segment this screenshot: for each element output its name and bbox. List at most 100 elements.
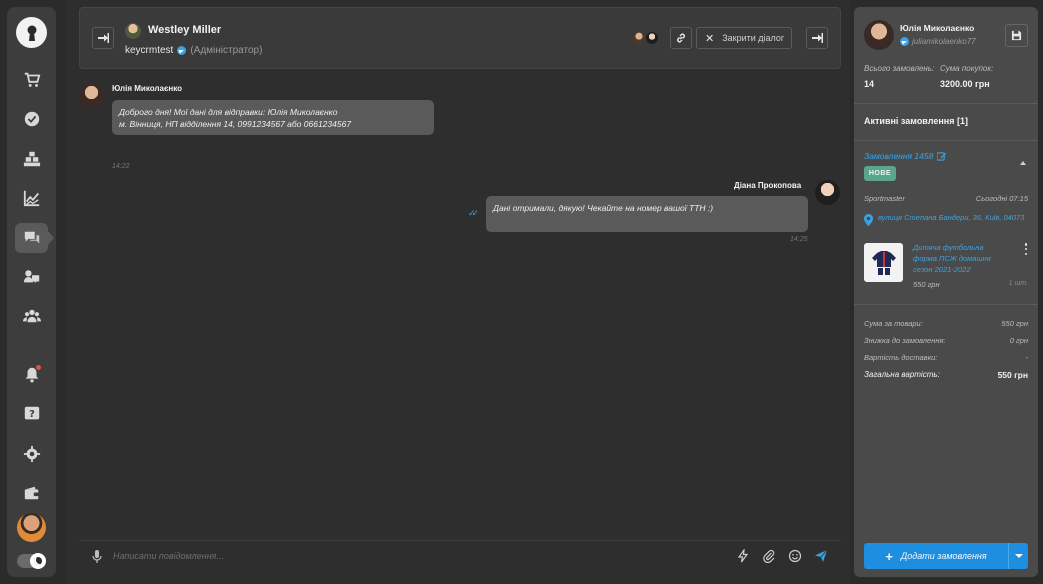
contact-account: keycrmtest (Адміністратор) [125, 45, 262, 56]
message-author: Юлія Миколаєнко [112, 84, 182, 93]
purchases-sum-value: 3200.00 грн [940, 79, 990, 89]
product-qty: 1 шт. [1008, 280, 1028, 287]
chevron-down-icon [1014, 554, 1023, 558]
customer-panel: Юлія Миколаєнко juliamikolaenko77 Всього… [854, 7, 1038, 577]
emoji-icon[interactable] [788, 549, 802, 563]
settings-gear-icon[interactable] [15, 439, 48, 469]
total-value: 550 грн [997, 370, 1028, 380]
message-bubble: Доброго дня! Мої дані для відправки: Юлі… [112, 100, 434, 135]
telegram-icon [900, 37, 909, 46]
theme-toggle[interactable] [17, 553, 46, 569]
floppy-disk-icon [1011, 30, 1022, 41]
tasks-check-icon[interactable] [15, 104, 48, 134]
participant-avatar[interactable] [632, 31, 646, 45]
summary-row: Знижка до замовлення: 0 грн [864, 336, 1028, 345]
arrow-right-icon [812, 33, 823, 43]
quick-replies-lightning-icon[interactable] [736, 549, 750, 563]
link-button[interactable] [670, 27, 692, 49]
wallet-icon[interactable] [15, 478, 48, 508]
message-author-avatar [79, 83, 104, 108]
contacts-icon[interactable] [15, 262, 48, 292]
message-composer: Написати повідомлення... [79, 540, 841, 572]
product-thumbnail[interactable] [864, 243, 903, 282]
total-label: Загальна вартість: [864, 370, 940, 379]
active-orders-title: Активні замовлення [1] [864, 116, 968, 126]
chat-header: Westley Miller keycrmtest (Адміністратор… [79, 7, 841, 69]
account-name: keycrmtest [125, 45, 174, 56]
summary-value: 550 грн [1001, 319, 1028, 328]
delivery-address[interactable]: вулиця Степана Бандери, 36, Київ, 04073 [864, 213, 1028, 226]
message-line: м. Вінниця, НП відділення 14, 0991234567… [119, 119, 352, 129]
customer-name: Юлія Миколаєнко [900, 23, 975, 33]
order-date: Сьогодні 07:15 [975, 194, 1028, 203]
current-user-avatar[interactable] [17, 513, 46, 542]
total-orders-value: 14 [864, 79, 875, 89]
send-icon[interactable] [814, 549, 828, 563]
edit-icon [937, 151, 947, 161]
username-text: juliamikolaenko77 [912, 37, 976, 46]
summary-row: Вартість доставки: - [864, 353, 1028, 362]
notifications-bell-icon[interactable] [15, 360, 48, 390]
purchases-sum-label: Сума покупок: [940, 64, 994, 73]
plus-icon: + [885, 548, 893, 564]
order-link-text: Замовлення 1458 [864, 151, 934, 161]
add-order-label: Додати замовлення [900, 551, 987, 561]
collapse-left-button[interactable] [92, 27, 114, 49]
app-sidebar: ? [7, 7, 56, 577]
divider [854, 140, 1038, 141]
collapse-caret-icon[interactable] [1020, 161, 1026, 165]
close-dialog-label: Закрити діалог [722, 33, 785, 43]
add-order-dropdown-toggle[interactable] [1008, 543, 1028, 569]
moon-icon [30, 553, 46, 569]
order-status-badge: НОВЕ [864, 166, 896, 181]
warehouse-boxes-icon[interactable] [15, 144, 48, 174]
summary-label: Сума за товари: [864, 319, 923, 328]
analytics-chart-icon[interactable] [15, 183, 48, 213]
message-time: 14:25 [790, 236, 808, 243]
logo-keyhole-icon[interactable] [16, 17, 47, 48]
summary-label: Вартість доставки: [864, 353, 938, 362]
team-icon[interactable] [15, 301, 48, 331]
attach-paperclip-icon[interactable] [762, 549, 776, 563]
orders-cart-icon[interactable] [15, 65, 48, 95]
svg-text:?: ? [29, 409, 35, 420]
microphone-icon[interactable] [92, 550, 102, 564]
message-bubble: Дані отримали, дякую! Чекайте на номер в… [486, 196, 808, 232]
order-link[interactable]: Замовлення 1458 [864, 151, 947, 161]
save-button[interactable] [1005, 24, 1028, 47]
message-author-avatar [815, 180, 840, 205]
arrow-right-icon [98, 33, 109, 43]
message-line: Дані отримали, дякую! Чекайте на номер в… [493, 203, 714, 213]
summary-row: Сума за товари: 550 грн [864, 319, 1028, 328]
add-order-button[interactable]: + Додати замовлення [864, 543, 1008, 569]
collapse-right-button[interactable] [806, 27, 828, 49]
more-options-icon[interactable] [1024, 243, 1028, 255]
summary-value: - [1025, 353, 1029, 362]
add-order-button-group: + Додати замовлення [864, 543, 1028, 569]
address-text: вулиця Степана Бандери, 36, Київ, 04073 [878, 213, 1025, 222]
message-author: Діана Прокопова [734, 181, 802, 190]
location-pin-icon [864, 214, 873, 226]
account-role: (Адміністратор) [190, 45, 263, 56]
product-price: 550 грн [913, 280, 940, 289]
order-source: Sportmaster [864, 194, 905, 203]
close-icon: ✕ [705, 32, 715, 45]
close-dialog-button[interactable]: ✕ Закрити діалог [696, 27, 792, 49]
total-orders-label: Всього замовлень: [864, 64, 935, 73]
message-time: 14:22 [112, 163, 130, 170]
summary-label: Знижка до замовлення: [864, 336, 946, 345]
telegram-icon [177, 46, 187, 55]
participant-avatar[interactable] [645, 31, 659, 45]
product-name[interactable]: Дитяча футбольна форма ПСЖ домашня сезон… [913, 242, 1005, 275]
divider [854, 304, 1038, 305]
contact-name: Westley Miller [148, 24, 222, 36]
chats-icon[interactable] [15, 223, 54, 253]
summary-value: 0 грн [1009, 336, 1028, 345]
message-input[interactable]: Написати повідомлення... [113, 551, 224, 561]
customer-avatar [864, 20, 894, 50]
divider [854, 103, 1038, 104]
message-line: Доброго дня! Мої дані для відправки: Юлі… [119, 107, 338, 117]
help-icon[interactable]: ? [15, 399, 48, 429]
summary-total-row: Загальна вартість: 550 грн [864, 370, 1028, 380]
read-checkmarks-icon: ✓✓ [468, 208, 479, 218]
